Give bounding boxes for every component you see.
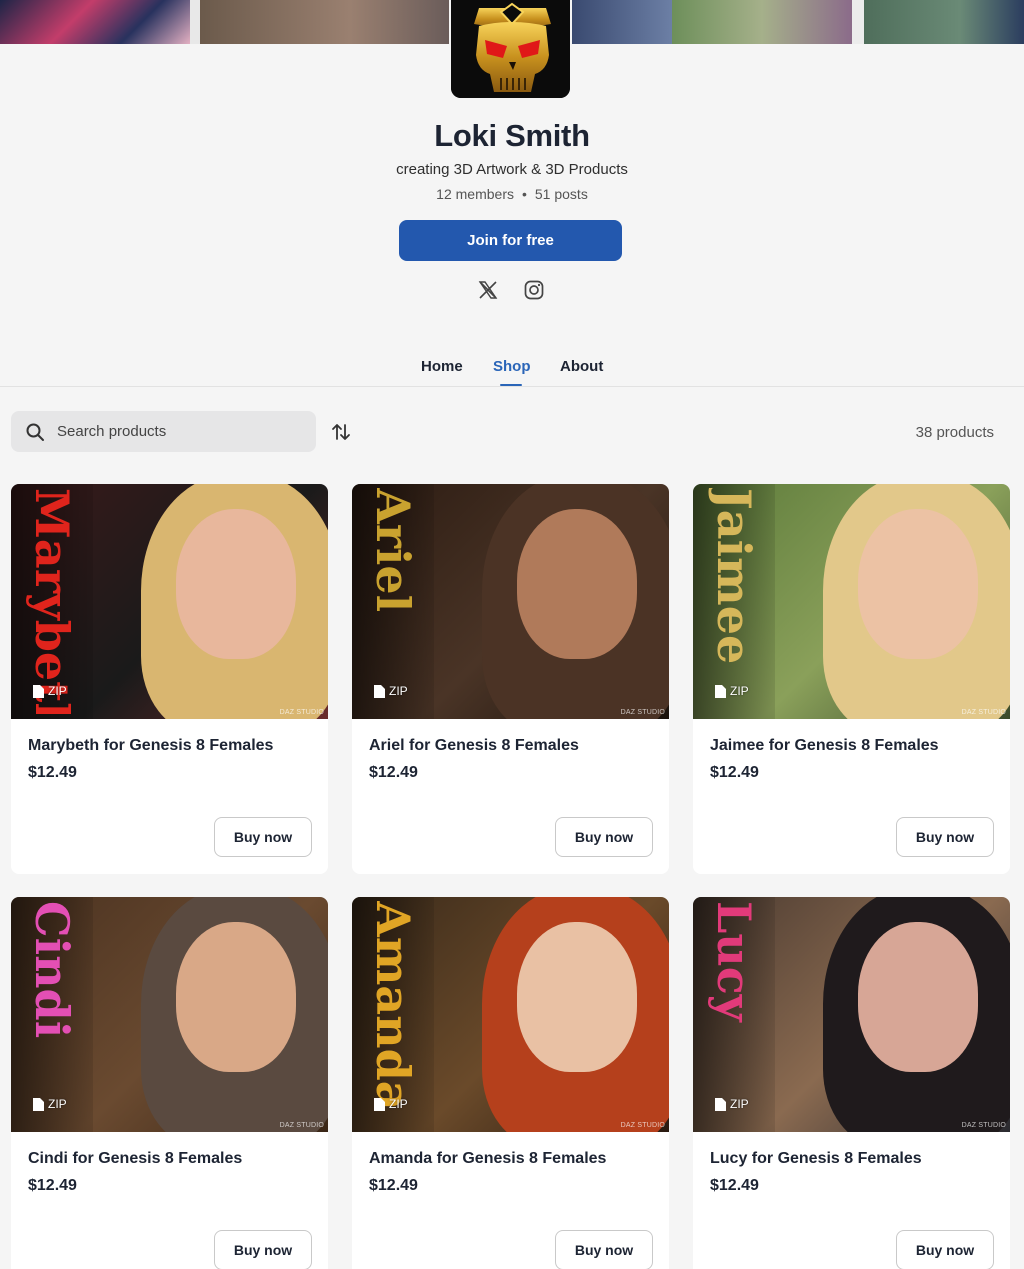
posts-count: 51 posts bbox=[534, 186, 588, 202]
creator-name: Loki Smith bbox=[434, 118, 590, 153]
buy-now-button[interactable]: Buy now bbox=[896, 817, 994, 857]
product-title[interactable]: Lucy for Genesis 8 Females bbox=[710, 1150, 922, 1168]
product-title[interactable]: Cindi for Genesis 8 Females bbox=[28, 1150, 242, 1168]
file-icon bbox=[33, 1097, 44, 1111]
file-icon bbox=[715, 1097, 726, 1111]
tab-about[interactable]: About bbox=[560, 358, 603, 375]
zip-label: ZIP bbox=[730, 1097, 749, 1111]
zip-label: ZIP bbox=[389, 1097, 408, 1111]
search-input[interactable] bbox=[57, 411, 307, 452]
buy-now-button[interactable]: Buy now bbox=[214, 817, 312, 857]
daz-watermark: DAZ STUDIO bbox=[961, 1122, 1006, 1129]
stats-separator: • bbox=[521, 186, 527, 202]
product-image[interactable]: Marybeth ZIP DAZ STUDIO bbox=[11, 484, 328, 719]
face-shape bbox=[858, 509, 978, 659]
file-icon bbox=[33, 684, 44, 698]
zip-badge: ZIP bbox=[715, 1095, 749, 1113]
sort-icon[interactable] bbox=[330, 421, 352, 443]
product-side-title: Amanda bbox=[366, 901, 420, 1111]
product-side-title: Marybeth bbox=[25, 488, 79, 714]
zip-label: ZIP bbox=[730, 684, 749, 698]
product-image[interactable]: Ariel ZIP DAZ STUDIO bbox=[352, 484, 669, 719]
x-icon[interactable] bbox=[477, 279, 499, 301]
creator-tabs: Home Shop About bbox=[0, 358, 1024, 386]
product-card[interactable]: Marybeth ZIP DAZ STUDIO Marybeth for Gen… bbox=[11, 484, 328, 874]
zip-badge: ZIP bbox=[715, 682, 749, 700]
product-title[interactable]: Amanda for Genesis 8 Females bbox=[369, 1150, 606, 1168]
product-side-title: Cindi bbox=[25, 901, 79, 1039]
buy-now-button[interactable]: Buy now bbox=[214, 1230, 312, 1269]
product-side-title: Lucy bbox=[707, 901, 761, 1022]
product-price: $12.49 bbox=[710, 1177, 759, 1194]
creator-tagline: creating 3D Artwork & 3D Products bbox=[396, 161, 628, 178]
product-count: 38 products bbox=[915, 424, 994, 441]
buy-now-button[interactable]: Buy now bbox=[555, 1230, 653, 1269]
face-shape bbox=[176, 509, 296, 659]
zip-badge: ZIP bbox=[33, 682, 67, 700]
buy-now-button[interactable]: Buy now bbox=[555, 817, 653, 857]
daz-watermark: DAZ STUDIO bbox=[620, 709, 665, 716]
file-icon bbox=[374, 1097, 385, 1111]
face-shape bbox=[517, 509, 637, 659]
zip-label: ZIP bbox=[48, 684, 67, 698]
daz-watermark: DAZ STUDIO bbox=[620, 1122, 665, 1129]
daz-watermark: DAZ STUDIO bbox=[279, 1122, 324, 1129]
product-title[interactable]: Jaimee for Genesis 8 Females bbox=[710, 737, 939, 755]
product-card[interactable]: Cindi ZIP DAZ STUDIO Cindi for Genesis 8… bbox=[11, 897, 328, 1269]
product-card[interactable]: Ariel ZIP DAZ STUDIO Ariel for Genesis 8… bbox=[352, 484, 669, 874]
skull-logo-icon bbox=[451, 0, 570, 98]
product-price: $12.49 bbox=[28, 764, 77, 781]
product-card[interactable]: Jaimee ZIP DAZ STUDIO Jaimee for Genesis… bbox=[693, 484, 1010, 874]
zip-badge: ZIP bbox=[374, 1095, 408, 1113]
zip-label: ZIP bbox=[389, 684, 408, 698]
product-side-title: Jaimee bbox=[707, 488, 761, 665]
product-image[interactable]: Cindi ZIP DAZ STUDIO bbox=[11, 897, 328, 1132]
creator-stats: 12 members • 51 posts bbox=[0, 186, 1024, 202]
file-icon bbox=[374, 684, 385, 698]
product-price: $12.49 bbox=[710, 764, 759, 781]
search-box[interactable] bbox=[11, 411, 316, 452]
product-price: $12.49 bbox=[28, 1177, 77, 1194]
daz-watermark: DAZ STUDIO bbox=[279, 709, 324, 716]
daz-watermark: DAZ STUDIO bbox=[961, 709, 1006, 716]
tab-home[interactable]: Home bbox=[421, 358, 463, 375]
product-title[interactable]: Marybeth for Genesis 8 Females bbox=[28, 737, 273, 755]
product-image[interactable]: Amanda ZIP DAZ STUDIO bbox=[352, 897, 669, 1132]
product-card[interactable]: Lucy ZIP DAZ STUDIO Lucy for Genesis 8 F… bbox=[693, 897, 1010, 1269]
members-count: 12 members bbox=[436, 186, 514, 202]
face-shape bbox=[176, 922, 296, 1072]
product-price: $12.49 bbox=[369, 764, 418, 781]
creator-avatar bbox=[449, 0, 572, 100]
product-side-title: Ariel bbox=[366, 488, 420, 613]
face-shape bbox=[517, 922, 637, 1072]
buy-now-button[interactable]: Buy now bbox=[896, 1230, 994, 1269]
product-image[interactable]: Jaimee ZIP DAZ STUDIO bbox=[693, 484, 1010, 719]
file-icon bbox=[715, 684, 726, 698]
tab-shop[interactable]: Shop bbox=[493, 358, 531, 375]
product-image[interactable]: Lucy ZIP DAZ STUDIO bbox=[693, 897, 1010, 1132]
zip-badge: ZIP bbox=[33, 1095, 67, 1113]
face-shape bbox=[858, 922, 978, 1072]
product-card[interactable]: Amanda ZIP DAZ STUDIO Amanda for Genesis… bbox=[352, 897, 669, 1269]
join-button[interactable]: Join for free bbox=[399, 220, 622, 261]
search-icon bbox=[26, 423, 44, 441]
zip-label: ZIP bbox=[48, 1097, 67, 1111]
tabs-divider bbox=[0, 386, 1024, 387]
product-title[interactable]: Ariel for Genesis 8 Females bbox=[369, 737, 579, 755]
product-price: $12.49 bbox=[369, 1177, 418, 1194]
zip-badge: ZIP bbox=[374, 682, 408, 700]
instagram-icon[interactable] bbox=[523, 279, 545, 301]
